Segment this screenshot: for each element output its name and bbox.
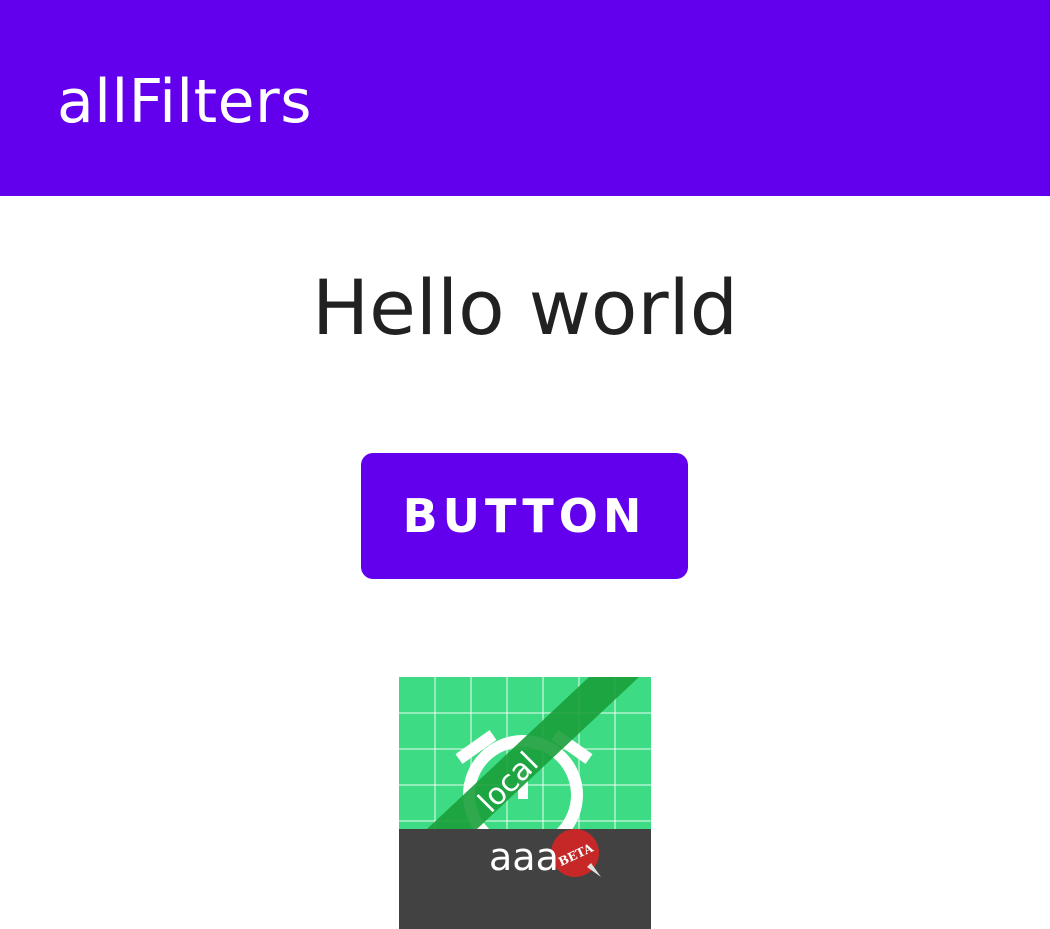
icon-name-label: aaa: [489, 835, 559, 879]
main-button[interactable]: BUTTON: [361, 453, 688, 579]
app-title: allFilters: [57, 67, 312, 137]
app-icon-graphic: BETA: [399, 677, 651, 929]
app-bar: allFilters: [0, 0, 1050, 196]
greeting-text: Hello world: [311, 263, 739, 352]
app-icon-image[interactable]: BETA local aaa: [399, 677, 651, 929]
